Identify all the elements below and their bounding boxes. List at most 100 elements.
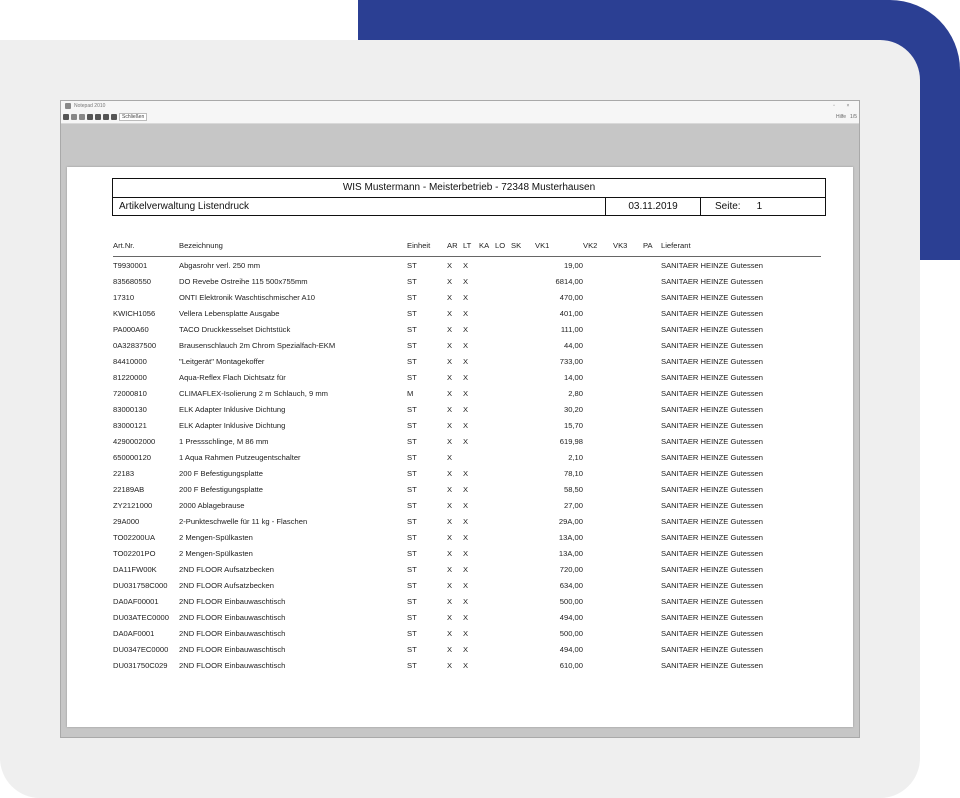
cell-lt: X [463,340,469,350]
close-preview-button[interactable]: Schließen [119,113,148,121]
cell-lief: SANITAER HEINZE Gutessen [661,468,763,478]
cell-art: DA11FW00K [113,564,157,574]
col-bez: Bezeichnung [179,239,407,257]
cell-lo [495,417,511,433]
cell-pa [643,513,661,529]
cell-pa [643,305,661,321]
prev-page-icon[interactable] [95,114,101,120]
cell-vk3 [613,497,643,513]
cell-vk2 [583,417,613,433]
cell-vk2 [583,353,613,369]
print-icon[interactable] [63,114,69,120]
cell-lief: SANITAER HEINZE Gutessen [661,500,763,510]
cell-lt: X [463,500,469,510]
cell-einh: ST [407,596,417,606]
next-page-icon[interactable] [103,114,109,120]
cell-pa [643,273,661,289]
cell-lief: SANITAER HEINZE Gutessen [661,612,763,622]
cell-ar: X [447,548,453,558]
cell-ka [479,481,495,497]
cell-lief: SANITAER HEINZE Gutessen [661,580,763,590]
cell-ka [479,577,495,593]
close-icon[interactable]: × [841,103,855,109]
cell-lief: SANITAER HEINZE Gutessen [661,548,763,558]
cell-einh: ST [407,628,417,638]
cell-art: DA0AF0001 [113,628,155,638]
cell-sk [511,465,535,481]
cell-vk1: 720,00 [559,564,583,574]
table-row: 83000121 ELK Adapter Inklusive Dichtung ST… [113,417,821,433]
zoom-icon[interactable] [79,114,85,120]
cell-einh: ST [407,292,417,302]
table-row: 17310 ONTI Elektronik Waschtischmischer A… [113,289,821,305]
cell-ka [479,369,495,385]
cell-vk2 [583,305,613,321]
cell-lt: X [463,468,469,478]
table-row: 22183 200 F Befestigungsplatte ST X X 78,10 SA… [113,465,821,481]
cell-einh: ST [407,436,417,446]
cell-lief: SANITAER HEINZE Gutessen [661,356,763,366]
cell-vk2 [583,513,613,529]
search-icon[interactable] [71,114,77,120]
cell-lt: X [463,324,469,334]
col-lief: Lieferant [661,239,821,257]
cell-ka [479,497,495,513]
minimize-icon[interactable]: ▫ [827,103,841,109]
help-button[interactable]: Hilfe [836,114,846,120]
cell-lief: SANITAER HEINZE Gutessen [661,564,763,574]
cell-vk3 [613,337,643,353]
company-line: WIS Mustermann - Meisterbetrieb - 72348 … [113,179,825,198]
cell-lt: X [463,260,469,270]
cell-einh: ST [407,340,417,350]
cell-ka [479,561,495,577]
report-date: 03.11.2019 [606,198,701,216]
cell-bez: 2ND FLOOR Einbauwaschtisch [179,596,286,606]
cell-lo [495,561,511,577]
cell-ar: X [447,564,453,574]
cell-vk1: 610,00 [559,660,583,670]
cell-einh: ST [407,484,417,494]
table-row: ZY2121000 2000 Ablagebrause ST X X 27,00 SANIT… [113,497,821,513]
table-row: 0A32837500 Brausenschlauch 2m Chrom Spezi… [113,337,821,353]
cell-ka [479,417,495,433]
cell-ka [479,401,495,417]
cell-vk1: 15,70 [563,420,583,430]
cell-vk2 [583,561,613,577]
cell-lo [495,385,511,401]
cell-lo [495,593,511,609]
cell-vk1: 6814,00 [555,276,583,286]
cell-sk [511,433,535,449]
cell-pa [643,497,661,513]
cell-vk2 [583,529,613,545]
cell-ar: X [447,500,453,510]
cell-ka [479,641,495,657]
cell-pa [643,465,661,481]
table-row: 4290002000 1 Pressschlinge, M 86 mm ST X X 61… [113,433,821,449]
cell-einh: M [407,388,414,398]
cell-lief: SANITAER HEINZE Gutessen [661,260,763,270]
cell-vk2 [583,321,613,337]
cell-lo [495,433,511,449]
cell-einh: ST [407,532,417,542]
cell-vk2 [583,609,613,625]
cell-art: T9930001 [113,260,148,270]
cell-art: 0A32837500 [113,340,157,350]
cell-pa [643,641,661,657]
cell-ar: X [447,532,453,542]
page-indicator: 1/5 [850,114,857,120]
cell-lt: X [463,548,469,558]
cell-art: 83000130 [113,404,147,414]
cell-ar: X [447,436,453,446]
cell-vk1: 27,00 [563,500,583,510]
first-page-icon[interactable] [87,114,93,120]
cell-lo [495,545,511,561]
toolbar-right: Hilfe 1/5 [836,114,857,120]
cell-sk [511,545,535,561]
cell-vk3 [613,417,643,433]
cell-bez: ELK Adapter Inklusive Dichtung [179,404,286,414]
cell-sk [511,609,535,625]
last-page-icon[interactable] [111,114,117,120]
cell-art: DA0AF00001 [113,596,159,606]
cell-bez: 2ND FLOOR Einbauwaschtisch [179,628,286,638]
cell-ar: X [447,292,453,302]
